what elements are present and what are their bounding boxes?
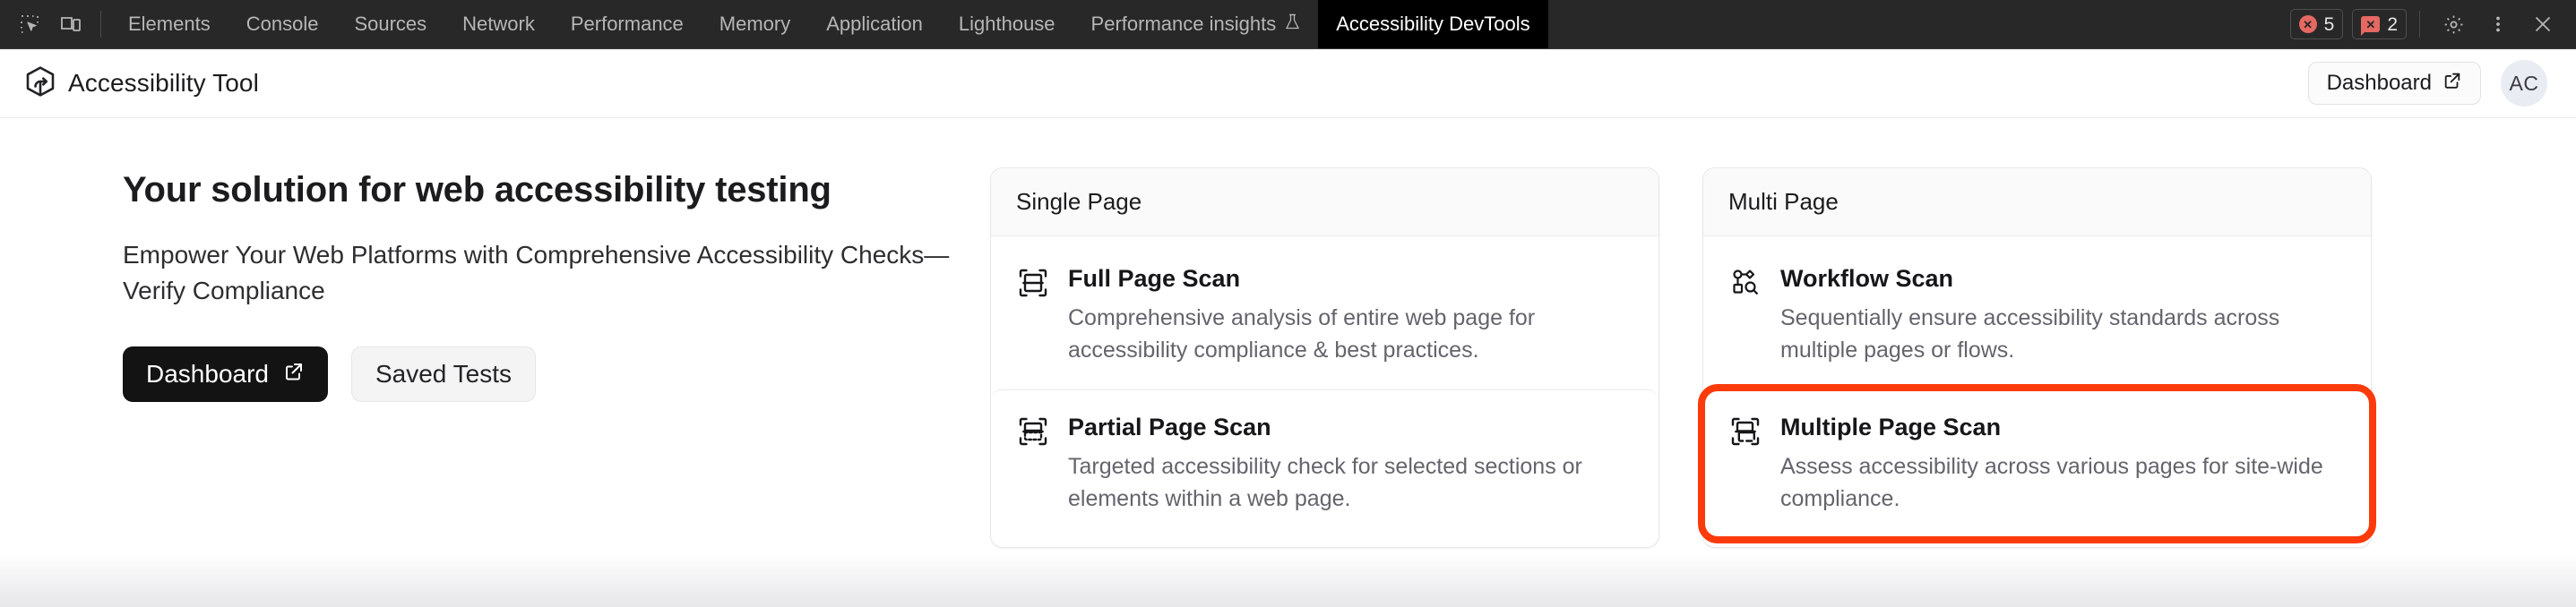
scan-option-text: Multiple Page Scan Assess accessibility … (1780, 414, 2344, 515)
error-count: 5 (2324, 15, 2335, 34)
card-single-page: Single Page Full Page (990, 167, 1659, 548)
scan-option-title: Workflow Scan (1780, 265, 2344, 293)
tab-lighthouse[interactable]: Lighthouse (941, 0, 1073, 48)
scan-option-partial-page-scan[interactable]: Partial Page Scan Targeted accessibility… (991, 389, 1658, 538)
avatar[interactable]: AC (2501, 60, 2547, 107)
tab-sources[interactable]: Sources (336, 0, 444, 48)
external-link-icon (283, 360, 305, 389)
accessibility-tool-logo-icon (25, 65, 56, 102)
saved-tests-button[interactable]: Saved Tests (351, 346, 536, 402)
warning-count: 2 (2387, 15, 2398, 34)
external-link-icon (2442, 71, 2462, 97)
scan-option-text: Workflow Scan Sequentially ensure access… (1780, 265, 2344, 366)
error-count-badge[interactable]: ✕ 5 (2290, 9, 2344, 39)
scan-option-multiple-page-scan[interactable]: Multiple Page Scan Assess accessibility … (1703, 389, 2371, 538)
tab-elements[interactable]: Elements (110, 0, 228, 48)
header-dashboard-label: Dashboard (2327, 71, 2432, 96)
partial-page-scan-icon (1018, 414, 1048, 515)
devtools-tab-list: Elements Console Sources Network Perform… (110, 0, 2285, 48)
tab-performance[interactable]: Performance (553, 0, 702, 48)
devtools-status-area: ✕ 5 ✕ 2 (2285, 4, 2563, 45)
scan-option-description: Targeted accessibility check for selecte… (1068, 451, 1632, 515)
toolbar-divider (100, 11, 101, 38)
status-divider (2419, 11, 2420, 38)
scan-option-workflow-scan[interactable]: Workflow Scan Sequentially ensure access… (1703, 242, 2371, 389)
card-multi-page: Multi Page (1702, 167, 2372, 548)
hero-section: Your solution for web accessibility test… (0, 167, 990, 607)
workflow-scan-icon (1730, 265, 1761, 366)
card-single-page-body: Full Page Scan Comprehensive analysis of… (991, 236, 1658, 547)
close-devtools-icon[interactable] (2522, 4, 2563, 45)
scan-option-text: Partial Page Scan Targeted accessibility… (1068, 414, 1632, 515)
page-title: Accessibility Tool (68, 69, 259, 98)
settings-gear-icon[interactable] (2433, 4, 2474, 45)
scan-option-title: Full Page Scan (1068, 265, 1632, 293)
inspect-element-icon[interactable] (9, 4, 50, 45)
tab-performance-insights[interactable]: Performance insights (1073, 0, 1319, 48)
card-multi-page-body: Workflow Scan Sequentially ensure access… (1703, 236, 2371, 547)
header-actions: Dashboard AC (2308, 60, 2547, 107)
hero-dashboard-button[interactable]: Dashboard (123, 346, 328, 402)
tab-console[interactable]: Console (228, 0, 337, 48)
flask-icon (1285, 13, 1300, 36)
scan-option-text: Full Page Scan Comprehensive analysis of… (1068, 265, 1632, 366)
hero-subheading: Empower Your Web Platforms with Comprehe… (123, 237, 954, 309)
app-header: Accessibility Tool Dashboard AC (0, 49, 2576, 118)
console-message-icon: ✕ (2361, 16, 2380, 32)
main-content: Your solution for web accessibility test… (0, 118, 2576, 607)
card-single-page-title: Single Page (991, 168, 1658, 236)
more-options-icon[interactable] (2477, 4, 2519, 45)
scan-cards: Single Page Full Page (990, 167, 2576, 607)
tab-memory[interactable]: Memory (702, 0, 808, 48)
hero-dashboard-label: Dashboard (146, 360, 269, 389)
tab-application[interactable]: Application (808, 0, 941, 48)
scan-option-full-page-scan[interactable]: Full Page Scan Comprehensive analysis of… (991, 242, 1658, 389)
hero-heading: Your solution for web accessibility test… (123, 167, 954, 212)
saved-tests-label: Saved Tests (375, 360, 512, 389)
warning-count-badge[interactable]: ✕ 2 (2352, 9, 2407, 39)
error-icon: ✕ (2299, 15, 2317, 33)
scan-option-title: Partial Page Scan (1068, 414, 1632, 441)
multiple-page-scan-icon (1730, 414, 1761, 515)
full-page-scan-icon (1018, 265, 1048, 366)
scan-option-title: Multiple Page Scan (1780, 414, 2344, 441)
tab-network[interactable]: Network (444, 0, 553, 48)
header-dashboard-button[interactable]: Dashboard (2308, 62, 2481, 105)
hero-actions: Dashboard Saved Tests (123, 346, 954, 402)
scan-option-description: Comprehensive analysis of entire web pag… (1068, 303, 1632, 366)
device-toolbar-icon[interactable] (50, 4, 91, 45)
brand: Accessibility Tool (25, 65, 259, 102)
scan-option-description: Assess accessibility across various page… (1780, 451, 2344, 515)
scan-option-description: Sequentially ensure accessibility standa… (1780, 303, 2344, 366)
card-multi-page-title: Multi Page (1703, 168, 2371, 236)
devtools-toolbar: Elements Console Sources Network Perform… (0, 0, 2576, 49)
tab-accessibility-devtools[interactable]: Accessibility DevTools (1318, 0, 1547, 48)
